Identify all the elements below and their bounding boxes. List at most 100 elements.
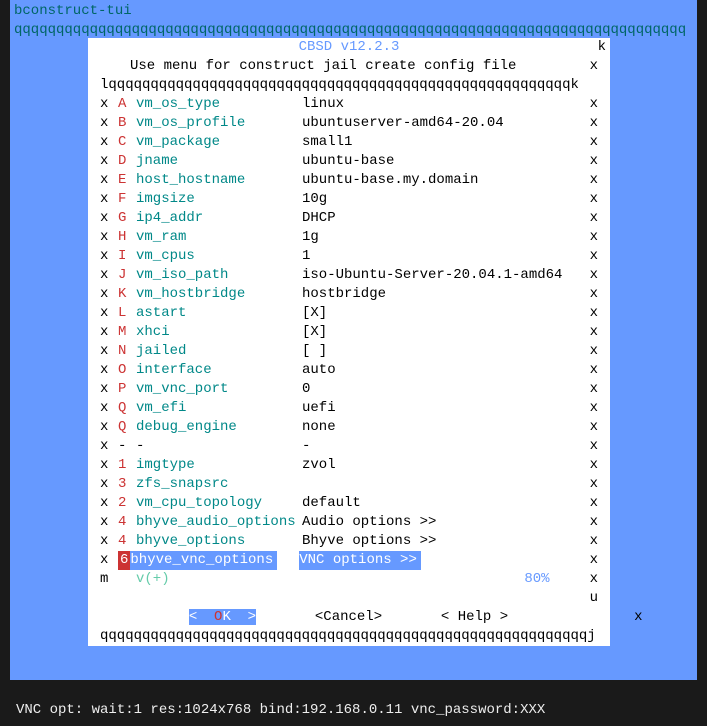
- menu-label: jname: [136, 152, 302, 171]
- cancel-button[interactable]: <Cancel>: [315, 609, 382, 625]
- menu-row-vm_os_profile[interactable]: xBvm_os_profileubuntuserver-amd64-20.04x: [88, 114, 610, 133]
- menu-key: K: [118, 285, 136, 304]
- menu-value: hostbridge: [302, 285, 588, 304]
- menu-key: H: [118, 228, 136, 247]
- menu-row-vm_hostbridge[interactable]: xKvm_hostbridgehostbridgex: [88, 285, 610, 304]
- menu-key: N: [118, 342, 136, 361]
- menu-label: debug_engine: [136, 418, 302, 437]
- menu-label: vm_vnc_port: [136, 380, 302, 399]
- window-title: bconstruct-tui: [10, 0, 697, 21]
- menu-row-imgsize[interactable]: xFimgsize10gx: [88, 190, 610, 209]
- menu-key: 4: [118, 513, 136, 532]
- menu-value: 0: [302, 380, 588, 399]
- menu-value: ubuntuserver-amd64-20.04: [302, 114, 588, 133]
- menu-key: C: [118, 133, 136, 152]
- menu-key: P: [118, 380, 136, 399]
- menu-row-vm_vnc_port[interactable]: xPvm_vnc_port0x: [88, 380, 610, 399]
- menu-label: host_hostname: [136, 171, 302, 190]
- menu-label: ip4_addr: [136, 209, 302, 228]
- menu-key: L: [118, 304, 136, 323]
- menu-row-vm_package[interactable]: xCvm_packagesmall1x: [88, 133, 610, 152]
- menu-value: uefi: [302, 399, 588, 418]
- menu-row-debug_engine[interactable]: xQdebug_enginenonex: [88, 418, 610, 437]
- menu-key: 4: [118, 532, 136, 551]
- menu-key: B: [118, 114, 136, 133]
- menu-key: O: [118, 361, 136, 380]
- menu-row-vm_cpus[interactable]: xIvm_cpus1x: [88, 247, 610, 266]
- menu-row-jname[interactable]: xDjnameubuntu-basex: [88, 152, 610, 171]
- menu-key: I: [118, 247, 136, 266]
- menu-value: [X]: [302, 304, 588, 323]
- menu-row-vm_ram[interactable]: xHvm_ram1gx: [88, 228, 610, 247]
- menu-value: VNC options >>: [299, 551, 421, 570]
- dialog-corner-k: k: [598, 38, 606, 57]
- menu-label: zfs_snapsrc: [136, 475, 302, 494]
- menu-value: 10g: [302, 190, 588, 209]
- menu-key: 3: [118, 475, 136, 494]
- menu-key: F: [118, 190, 136, 209]
- scroll-percent: 80%: [524, 570, 549, 589]
- menu-key: 2: [118, 494, 136, 513]
- menu-key: 6: [118, 551, 130, 570]
- menu-row-bhyve_options[interactable]: x4bhyve_optionsBhyve options >>x: [88, 532, 610, 551]
- menu-value: Bhyve options >>: [302, 532, 588, 551]
- menu-label: bhyve_vnc_options: [130, 551, 277, 570]
- menu-label: vm_cpu_topology: [136, 494, 302, 513]
- menu-label: bhyve_audio_options: [136, 513, 302, 532]
- menu-label: interface: [136, 361, 302, 380]
- menu-label: vm_ram: [136, 228, 302, 247]
- menu-row-vm_efi[interactable]: xQvm_efiuefix: [88, 399, 610, 418]
- dialog-inner-border: lqqqqqqqqqqqqqqqqqqqqqqqqqqqqqqqqqqqqqqq…: [88, 76, 610, 95]
- menu-row-bhyve_vnc_options[interactable]: x6 bhyve_vnc_optionsVNC options >>x: [88, 551, 610, 570]
- scroll-more-icon: v(+): [136, 570, 170, 589]
- menu-key: Q: [118, 399, 136, 418]
- menu-key: A: [118, 95, 136, 114]
- dialog-buttons: < OK > <Cancel> < Help > x: [88, 608, 610, 627]
- menu-label: vm_cpus: [136, 247, 302, 266]
- menu-row-imgtype[interactable]: x1imgtypezvolx: [88, 456, 610, 475]
- menu-label: -: [136, 437, 302, 456]
- menu-key: M: [118, 323, 136, 342]
- menu-value: linux: [302, 95, 588, 114]
- menu-value: Audio options >>: [302, 513, 588, 532]
- terminal-window: bconstruct-tui qqqqqqqqqqqqqqqqqqqqqqqqq…: [10, 0, 697, 680]
- menu-label: jailed: [136, 342, 302, 361]
- menu-row-ip4_addr[interactable]: xGip4_addrDHCPx: [88, 209, 610, 228]
- menu-label: imgtype: [136, 456, 302, 475]
- menu-key: D: [118, 152, 136, 171]
- menu-value: none: [302, 418, 588, 437]
- menu-value: [X]: [302, 323, 588, 342]
- ok-button[interactable]: < OK >: [189, 609, 256, 625]
- menu-value: 1g: [302, 228, 588, 247]
- menu-row-bhyve_audio_options[interactable]: x4bhyve_audio_optionsAudio options >>x: [88, 513, 610, 532]
- dialog-subtitle: Use menu for construct jail create confi…: [130, 57, 516, 76]
- menu-key: G: [118, 209, 136, 228]
- menu-value: 1: [302, 247, 588, 266]
- menu-row-jailed[interactable]: xNjailed[ ]x: [88, 342, 610, 361]
- menu-value: DHCP: [302, 209, 588, 228]
- menu-label: astart: [136, 304, 302, 323]
- menu-row-zfs_snapsrc[interactable]: x3zfs_snapsrcx: [88, 475, 610, 494]
- menu-value: default: [302, 494, 588, 513]
- menu-row--[interactable]: x---x: [88, 437, 610, 456]
- status-bar: VNC opt: wait:1 res:1024x768 bind:192.16…: [0, 695, 707, 726]
- menu-row-astart[interactable]: xLastart[X]x: [88, 304, 610, 323]
- dialog-title: CBSD v12.2.3: [88, 38, 610, 57]
- menu-row-xhci[interactable]: xMxhci[X]x: [88, 323, 610, 342]
- menu-row-vm_iso_path[interactable]: xJvm_iso_pathiso-Ubuntu-Server-20.04.1-a…: [88, 266, 610, 285]
- menu-row-vm_os_type[interactable]: xAvm_os_typelinuxx: [88, 95, 610, 114]
- menu-key: J: [118, 266, 136, 285]
- menu-value: small1: [302, 133, 588, 152]
- menu-value: zvol: [302, 456, 588, 475]
- config-dialog: CBSD v12.2.3 k Use menu for construct ja…: [88, 38, 610, 646]
- menu-row-host_hostname[interactable]: xEhost_hostnameubuntu-base.my.domainx: [88, 171, 610, 190]
- help-button[interactable]: < Help >: [441, 609, 508, 625]
- scroll-indicator: m v(+) 80% x: [88, 570, 610, 589]
- menu-row-vm_cpu_topology[interactable]: x2vm_cpu_topologydefaultx: [88, 494, 610, 513]
- menu-value: auto: [302, 361, 588, 380]
- menu-label: vm_hostbridge: [136, 285, 302, 304]
- menu-label: vm_os_type: [136, 95, 302, 114]
- menu-key: -: [118, 437, 136, 456]
- menu-value: ubuntu-base: [302, 152, 588, 171]
- menu-row-interface[interactable]: xOinterfaceautox: [88, 361, 610, 380]
